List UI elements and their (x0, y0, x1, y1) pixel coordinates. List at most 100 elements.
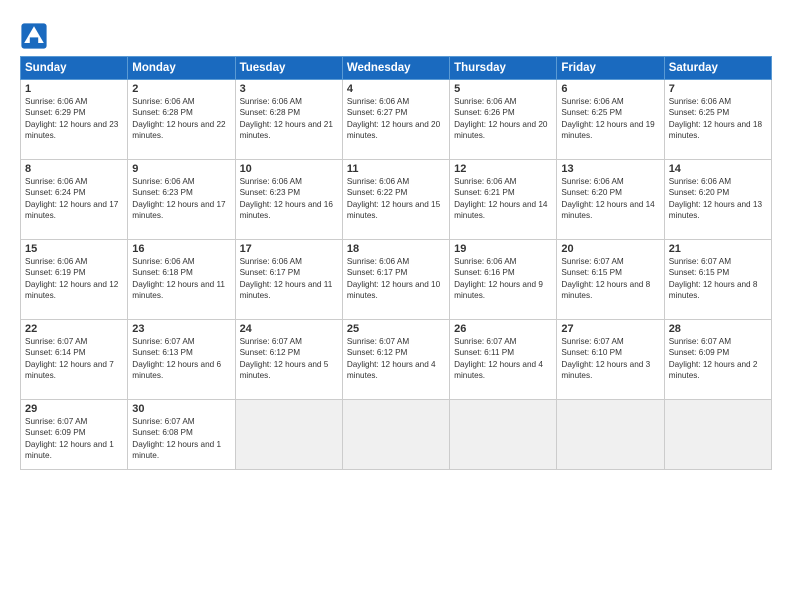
day-number: 19 (454, 243, 552, 255)
calendar-cell: 24Sunrise: 6:07 AMSunset: 6:12 PMDayligh… (235, 320, 342, 400)
calendar-cell: 4Sunrise: 6:06 AMSunset: 6:27 PMDaylight… (342, 80, 449, 160)
day-info: Sunrise: 6:06 AMSunset: 6:17 PMDaylight:… (240, 256, 338, 302)
day-number: 23 (132, 323, 230, 335)
day-info: Sunrise: 6:06 AMSunset: 6:26 PMDaylight:… (454, 96, 552, 142)
day-info: Sunrise: 6:06 AMSunset: 6:22 PMDaylight:… (347, 176, 445, 222)
day-number: 2 (132, 83, 230, 95)
calendar-cell: 10Sunrise: 6:06 AMSunset: 6:23 PMDayligh… (235, 160, 342, 240)
day-info: Sunrise: 6:07 AMSunset: 6:09 PMDaylight:… (669, 336, 767, 382)
page: SundayMondayTuesdayWednesdayThursdayFrid… (0, 0, 792, 612)
day-info: Sunrise: 6:07 AMSunset: 6:15 PMDaylight:… (669, 256, 767, 302)
day-info: Sunrise: 6:07 AMSunset: 6:13 PMDaylight:… (132, 336, 230, 382)
day-number: 17 (240, 243, 338, 255)
day-info: Sunrise: 6:06 AMSunset: 6:28 PMDaylight:… (240, 96, 338, 142)
calendar-cell: 8Sunrise: 6:06 AMSunset: 6:24 PMDaylight… (21, 160, 128, 240)
day-number: 7 (669, 83, 767, 95)
day-number: 30 (132, 403, 230, 415)
day-number: 16 (132, 243, 230, 255)
day-info: Sunrise: 6:06 AMSunset: 6:23 PMDaylight:… (132, 176, 230, 222)
calendar-cell: 14Sunrise: 6:06 AMSunset: 6:20 PMDayligh… (664, 160, 771, 240)
weekday-header-monday: Monday (128, 57, 235, 80)
calendar-cell: 29Sunrise: 6:07 AMSunset: 6:09 PMDayligh… (21, 400, 128, 470)
weekday-header-tuesday: Tuesday (235, 57, 342, 80)
day-info: Sunrise: 6:06 AMSunset: 6:28 PMDaylight:… (132, 96, 230, 142)
day-info: Sunrise: 6:06 AMSunset: 6:25 PMDaylight:… (669, 96, 767, 142)
calendar-cell: 5Sunrise: 6:06 AMSunset: 6:26 PMDaylight… (450, 80, 557, 160)
day-info: Sunrise: 6:06 AMSunset: 6:20 PMDaylight:… (669, 176, 767, 222)
day-number: 29 (25, 403, 123, 415)
week-row-1: 1Sunrise: 6:06 AMSunset: 6:29 PMDaylight… (21, 80, 772, 160)
day-number: 4 (347, 83, 445, 95)
day-number: 1 (25, 83, 123, 95)
day-info: Sunrise: 6:07 AMSunset: 6:12 PMDaylight:… (347, 336, 445, 382)
day-number: 18 (347, 243, 445, 255)
logo-icon (20, 22, 48, 50)
day-info: Sunrise: 6:07 AMSunset: 6:08 PMDaylight:… (132, 416, 230, 462)
calendar-cell: 12Sunrise: 6:06 AMSunset: 6:21 PMDayligh… (450, 160, 557, 240)
day-info: Sunrise: 6:06 AMSunset: 6:18 PMDaylight:… (132, 256, 230, 302)
calendar-cell: 11Sunrise: 6:06 AMSunset: 6:22 PMDayligh… (342, 160, 449, 240)
calendar-cell: 22Sunrise: 6:07 AMSunset: 6:14 PMDayligh… (21, 320, 128, 400)
day-number: 12 (454, 163, 552, 175)
calendar-cell: 3Sunrise: 6:06 AMSunset: 6:28 PMDaylight… (235, 80, 342, 160)
day-number: 20 (561, 243, 659, 255)
day-number: 28 (669, 323, 767, 335)
calendar-cell: 16Sunrise: 6:06 AMSunset: 6:18 PMDayligh… (128, 240, 235, 320)
calendar-cell: 20Sunrise: 6:07 AMSunset: 6:15 PMDayligh… (557, 240, 664, 320)
calendar-cell: 7Sunrise: 6:06 AMSunset: 6:25 PMDaylight… (664, 80, 771, 160)
day-number: 6 (561, 83, 659, 95)
day-info: Sunrise: 6:07 AMSunset: 6:12 PMDaylight:… (240, 336, 338, 382)
day-number: 27 (561, 323, 659, 335)
calendar-cell (557, 400, 664, 470)
day-number: 22 (25, 323, 123, 335)
weekday-header-thursday: Thursday (450, 57, 557, 80)
calendar-cell: 26Sunrise: 6:07 AMSunset: 6:11 PMDayligh… (450, 320, 557, 400)
day-info: Sunrise: 6:06 AMSunset: 6:24 PMDaylight:… (25, 176, 123, 222)
day-number: 3 (240, 83, 338, 95)
day-number: 5 (454, 83, 552, 95)
calendar-cell (235, 400, 342, 470)
calendar-cell: 15Sunrise: 6:06 AMSunset: 6:19 PMDayligh… (21, 240, 128, 320)
day-info: Sunrise: 6:06 AMSunset: 6:21 PMDaylight:… (454, 176, 552, 222)
day-info: Sunrise: 6:06 AMSunset: 6:16 PMDaylight:… (454, 256, 552, 302)
day-number: 14 (669, 163, 767, 175)
day-info: Sunrise: 6:06 AMSunset: 6:20 PMDaylight:… (561, 176, 659, 222)
day-info: Sunrise: 6:07 AMSunset: 6:11 PMDaylight:… (454, 336, 552, 382)
weekday-header-sunday: Sunday (21, 57, 128, 80)
day-number: 15 (25, 243, 123, 255)
calendar-cell (450, 400, 557, 470)
calendar-cell: 23Sunrise: 6:07 AMSunset: 6:13 PMDayligh… (128, 320, 235, 400)
day-info: Sunrise: 6:06 AMSunset: 6:17 PMDaylight:… (347, 256, 445, 302)
day-number: 10 (240, 163, 338, 175)
weekday-header-friday: Friday (557, 57, 664, 80)
day-info: Sunrise: 6:07 AMSunset: 6:14 PMDaylight:… (25, 336, 123, 382)
calendar-cell: 21Sunrise: 6:07 AMSunset: 6:15 PMDayligh… (664, 240, 771, 320)
calendar-cell: 28Sunrise: 6:07 AMSunset: 6:09 PMDayligh… (664, 320, 771, 400)
logo (20, 22, 50, 50)
weekday-header-wednesday: Wednesday (342, 57, 449, 80)
week-row-4: 22Sunrise: 6:07 AMSunset: 6:14 PMDayligh… (21, 320, 772, 400)
day-number: 25 (347, 323, 445, 335)
calendar-cell: 13Sunrise: 6:06 AMSunset: 6:20 PMDayligh… (557, 160, 664, 240)
calendar-cell: 25Sunrise: 6:07 AMSunset: 6:12 PMDayligh… (342, 320, 449, 400)
calendar-cell (342, 400, 449, 470)
calendar-cell (664, 400, 771, 470)
day-number: 9 (132, 163, 230, 175)
day-info: Sunrise: 6:07 AMSunset: 6:09 PMDaylight:… (25, 416, 123, 462)
header (20, 18, 772, 50)
day-number: 21 (669, 243, 767, 255)
day-number: 8 (25, 163, 123, 175)
day-number: 26 (454, 323, 552, 335)
calendar-cell: 30Sunrise: 6:07 AMSunset: 6:08 PMDayligh… (128, 400, 235, 470)
calendar-cell: 6Sunrise: 6:06 AMSunset: 6:25 PMDaylight… (557, 80, 664, 160)
day-info: Sunrise: 6:06 AMSunset: 6:19 PMDaylight:… (25, 256, 123, 302)
week-row-3: 15Sunrise: 6:06 AMSunset: 6:19 PMDayligh… (21, 240, 772, 320)
day-info: Sunrise: 6:06 AMSunset: 6:29 PMDaylight:… (25, 96, 123, 142)
day-info: Sunrise: 6:07 AMSunset: 6:15 PMDaylight:… (561, 256, 659, 302)
calendar-cell: 27Sunrise: 6:07 AMSunset: 6:10 PMDayligh… (557, 320, 664, 400)
calendar-cell: 2Sunrise: 6:06 AMSunset: 6:28 PMDaylight… (128, 80, 235, 160)
day-info: Sunrise: 6:06 AMSunset: 6:27 PMDaylight:… (347, 96, 445, 142)
week-row-5: 29Sunrise: 6:07 AMSunset: 6:09 PMDayligh… (21, 400, 772, 470)
calendar-cell: 1Sunrise: 6:06 AMSunset: 6:29 PMDaylight… (21, 80, 128, 160)
calendar-cell: 9Sunrise: 6:06 AMSunset: 6:23 PMDaylight… (128, 160, 235, 240)
